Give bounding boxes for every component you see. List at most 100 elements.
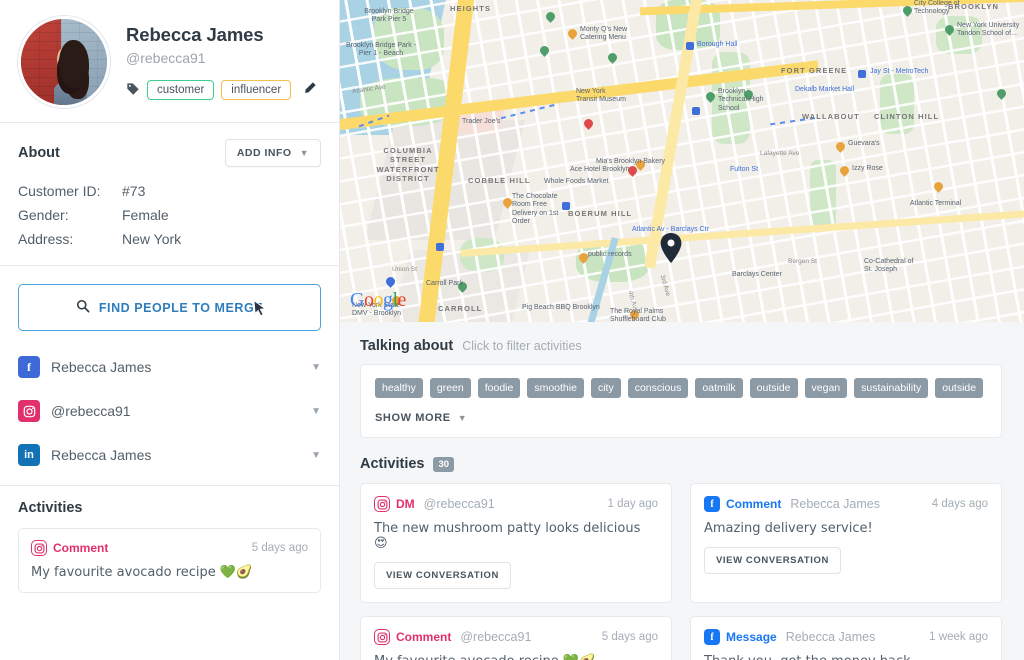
add-info-label: ADD INFO xyxy=(237,147,292,159)
find-people-to-merge-label: FIND PEOPLE TO MERGE xyxy=(99,301,263,315)
activity-text: My favourite avocado recipe 💚🥑 xyxy=(374,654,658,660)
facebook-icon: f xyxy=(704,496,720,512)
activity-kind: Comment xyxy=(53,541,108,555)
about-value: Female xyxy=(122,207,169,223)
activity-time: 5 days ago xyxy=(602,631,658,643)
activity-kind: Comment xyxy=(396,630,451,644)
account-label: Rebecca James xyxy=(51,359,151,375)
account-row-facebook[interactable]: f Rebecca James ▼ xyxy=(18,345,321,389)
about-key: Customer ID: xyxy=(18,183,122,199)
topic-tag-list: healthy green foodie smoothie city consc… xyxy=(375,378,987,398)
topic-tag[interactable]: foodie xyxy=(478,378,521,398)
activity-card[interactable]: f Comment Rebecca James 4 days ago Amazi… xyxy=(690,483,1002,603)
topic-tag[interactable]: conscious xyxy=(628,378,689,398)
activities-grid: DM @rebecca91 1 day ago The new mushroom… xyxy=(360,483,1002,660)
about-row: Gender: Female xyxy=(18,203,321,227)
view-conversation-button[interactable]: VIEW CONVERSATION xyxy=(704,547,841,574)
about-key: Address: xyxy=(18,231,122,247)
activity-card[interactable]: Comment 5 days ago My favourite avocado … xyxy=(18,528,321,593)
activity-text: Amazing delivery service! xyxy=(704,521,988,536)
activity-time: 1 week ago xyxy=(929,631,988,643)
main-content: Talking about Click to filter activities… xyxy=(340,322,1024,660)
tag-chip-customer[interactable]: customer xyxy=(147,80,214,100)
view-conversation-button[interactable]: VIEW CONVERSATION xyxy=(374,562,511,589)
activity-time: 5 days ago xyxy=(252,542,308,554)
facebook-icon: f xyxy=(704,629,720,645)
about-row: Customer ID: #73 xyxy=(18,179,321,203)
activity-kind: DM xyxy=(396,497,415,511)
activity-card[interactable]: DM @rebecca91 1 day ago The new mushroom… xyxy=(360,483,672,603)
show-more-label: SHOW MORE xyxy=(375,412,451,424)
about-rows: Customer ID: #73 Gender: Female Address:… xyxy=(18,179,321,251)
profile-header: Rebecca James @rebecca91 customer influe… xyxy=(0,0,339,122)
topic-tag[interactable]: city xyxy=(591,378,621,398)
topic-tag[interactable]: healthy xyxy=(375,378,423,398)
tag-icon xyxy=(126,82,140,98)
chevron-down-icon[interactable]: ▼ xyxy=(311,450,321,461)
about-title: About xyxy=(18,145,60,161)
instagram-icon xyxy=(31,540,47,556)
about-section: About ADD INFO ▼ Customer ID: #73 Gender… xyxy=(0,123,339,265)
tag-chip-influencer[interactable]: influencer xyxy=(221,80,291,100)
search-icon xyxy=(76,299,90,316)
linkedin-icon: in xyxy=(18,444,40,466)
activities-title: Activities xyxy=(360,456,424,472)
profile-sidebar: Rebecca James @rebecca91 customer influe… xyxy=(0,0,340,660)
account-row-instagram[interactable]: @rebecca91 ▼ xyxy=(18,389,321,433)
topic-tag[interactable]: sustainability xyxy=(854,378,928,398)
talking-about-title: Talking about xyxy=(360,338,453,354)
sidebar-activities-section: Activities Comment 5 days ago My favouri… xyxy=(0,486,339,611)
chevron-down-icon[interactable]: ▼ xyxy=(311,362,321,373)
map-pin-icon xyxy=(660,233,682,263)
about-key: Gender: xyxy=(18,207,122,223)
about-row: Address: New York xyxy=(18,227,321,251)
activity-time: 1 day ago xyxy=(607,498,658,510)
profile-name: Rebecca James xyxy=(126,24,321,46)
account-label: Rebecca James xyxy=(51,447,151,463)
show-more-button[interactable]: SHOW MORE ▼ xyxy=(375,412,467,424)
topic-tag[interactable]: vegan xyxy=(805,378,848,398)
talking-about-panel: healthy green foodie smoothie city consc… xyxy=(360,364,1002,438)
add-info-button[interactable]: ADD INFO ▼ xyxy=(225,139,321,167)
google-logo: Google xyxy=(350,289,406,312)
instagram-icon xyxy=(374,629,390,645)
about-value: New York xyxy=(122,231,181,247)
talking-about-subtitle: Click to filter activities xyxy=(462,339,581,353)
topic-tag[interactable]: outside xyxy=(750,378,798,398)
activity-text: Thank you, got the money back. xyxy=(704,654,988,660)
avatar xyxy=(18,16,110,108)
account-row-linkedin[interactable]: in Rebecca James ▼ xyxy=(18,433,321,477)
sidebar-activities-title: Activities xyxy=(18,500,321,516)
activity-kind: Comment xyxy=(726,497,781,511)
about-value: #73 xyxy=(122,183,145,199)
activity-kind: Message xyxy=(726,630,777,644)
account-label: @rebecca91 xyxy=(51,403,131,419)
activity-author: @rebecca91 xyxy=(460,630,531,644)
topic-tag[interactable]: outside xyxy=(935,378,983,398)
talking-about-header: Talking about Click to filter activities xyxy=(360,338,1002,354)
map-view[interactable]: HEIGHTS BROOKLYN FORT GREENE WALLABOUT C… xyxy=(340,0,1024,322)
activities-count-badge: 30 xyxy=(433,457,454,472)
find-people-to-merge-button[interactable]: FIND PEOPLE TO MERGE xyxy=(18,284,321,331)
chevron-down-icon: ▼ xyxy=(458,413,468,423)
pencil-icon[interactable] xyxy=(298,79,321,101)
topic-tag[interactable]: oatmilk xyxy=(695,378,742,398)
instagram-icon xyxy=(374,496,390,512)
cursor-arrow-icon xyxy=(253,300,268,321)
chevron-down-icon[interactable]: ▼ xyxy=(311,406,321,417)
activities-header: Activities 30 xyxy=(360,456,1002,473)
activity-card[interactable]: Comment @rebecca91 5 days ago My favouri… xyxy=(360,616,672,660)
profile-tags: customer influencer xyxy=(126,79,321,101)
facebook-icon: f xyxy=(18,356,40,378)
activity-card[interactable]: f Message Rebecca James 1 week ago Thank… xyxy=(690,616,1002,660)
activity-author: @rebecca91 xyxy=(424,497,495,511)
linked-accounts: f Rebecca James ▼ @rebecca91 ▼ in Rebecc… xyxy=(0,341,339,485)
instagram-icon xyxy=(18,400,40,422)
activity-time: 4 days ago xyxy=(932,498,988,510)
topic-tag[interactable]: smoothie xyxy=(527,378,584,398)
chevron-down-icon: ▼ xyxy=(300,148,309,158)
profile-handle: @rebecca91 xyxy=(126,50,321,66)
activity-author: Rebecca James xyxy=(786,630,876,644)
topic-tag[interactable]: green xyxy=(430,378,471,398)
main-panel: HEIGHTS BROOKLYN FORT GREENE WALLABOUT C… xyxy=(340,0,1024,660)
